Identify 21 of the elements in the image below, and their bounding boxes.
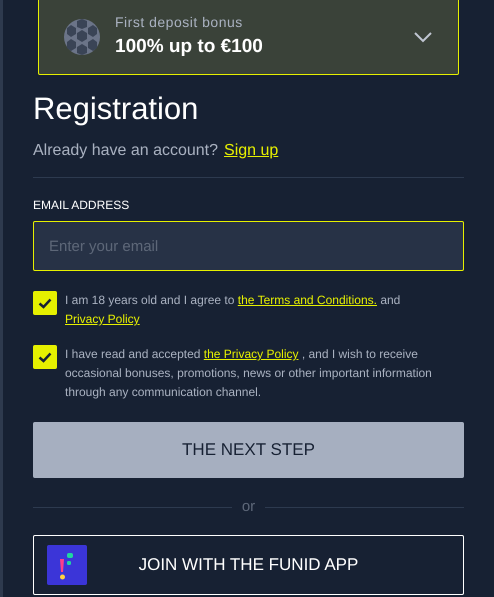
consent-text: I have read and accepted the Privacy Policy , and I wish to receive occasional bonuses, promotions, news or other important information through any communication channel. — [65, 346, 433, 401]
terms-link[interactable]: the Privacy Policy — [204, 347, 298, 361]
check-icon — [38, 352, 52, 362]
terms-link[interactable]: Privacy Policy — [65, 312, 140, 326]
login-prompt: Already have an account? — [33, 141, 218, 161]
football-icon — [63, 18, 101, 56]
app-logo-icon — [47, 544, 87, 584]
email-label: EMAIL ADDRESS — [33, 197, 130, 214]
page-title: Registration — [33, 90, 200, 128]
next-step-button[interactable]: THE NEXT STEP — [33, 422, 464, 478]
bonus-label: First deposit bonus — [115, 13, 244, 32]
checkbox[interactable] — [33, 345, 57, 369]
checkbox[interactable] — [33, 291, 57, 315]
bonus-panel[interactable]: First deposit bonus 100% up to €100 — [38, 0, 459, 75]
sign-up-link[interactable]: Sign up — [224, 139, 278, 163]
divider-text: or — [242, 497, 256, 517]
consent-text: I am 18 years old and I agree to the Terms and Conditions. and Privacy Policy — [65, 292, 402, 328]
bonus-amount: 100% up to €100 — [115, 35, 264, 60]
terms-link[interactable]: the Terms and Conditions. — [238, 293, 377, 307]
check-icon — [38, 298, 52, 308]
funid-app-button[interactable]: JOIN WITH THE FUNID APP — [33, 534, 464, 594]
